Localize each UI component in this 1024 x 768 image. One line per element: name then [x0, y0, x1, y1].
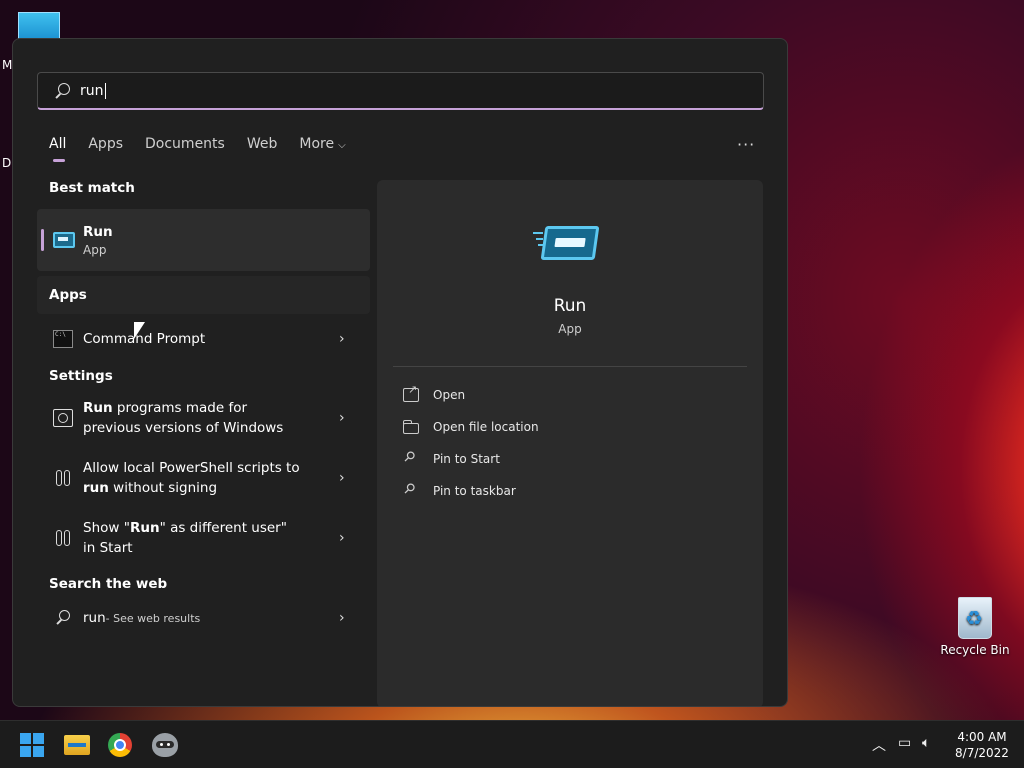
chevron-up-icon[interactable]: ︿ [872, 735, 886, 755]
highlight-text: Run [129, 520, 160, 536]
more-options-button[interactable]: ··· [737, 135, 755, 154]
section-heading: Apps [37, 276, 370, 314]
search-input[interactable]: run [80, 83, 104, 99]
section-heading: Best match [49, 180, 135, 196]
action-label: Open [433, 388, 466, 402]
detail-title: Run [553, 296, 587, 316]
list-item-label: programs made for previous versions of W… [83, 400, 284, 436]
action-open[interactable]: Open [403, 383, 466, 402]
section-heading-text: Apps [49, 287, 87, 303]
section-heading: Settings [49, 368, 113, 384]
pin-icon [403, 452, 419, 466]
settings-sliders-icon [53, 529, 73, 547]
volume-icon[interactable]: 🔈︎ [922, 735, 930, 751]
best-match-subtitle: App [83, 242, 107, 257]
taskbar: ︿ ▭ 🔈︎ 4:00 AM 8/7/2022 [0, 720, 1024, 768]
recycle-bin-label: Recycle Bin [940, 643, 1010, 657]
selection-indicator [41, 229, 44, 251]
tab-all[interactable]: All [49, 136, 66, 162]
start-button[interactable] [20, 733, 46, 757]
list-item-setting[interactable]: Run programs made for previous versions … [37, 388, 370, 448]
list-item-label: Allow local PowerShell scripts to [83, 460, 300, 476]
list-item-web-search[interactable]: run - See web results › [37, 598, 370, 638]
action-open-file-location[interactable]: Open file location [403, 420, 539, 434]
list-item-label: Show " [83, 520, 130, 536]
list-item-setting[interactable]: Show "Run" as different user" in Start › [37, 508, 370, 568]
chevron-right-icon[interactable]: › [339, 331, 345, 347]
chevron-right-icon[interactable]: › [339, 610, 345, 626]
search-filter-tabs: All Apps Documents Web More ⌵ [49, 136, 368, 162]
open-icon [403, 383, 419, 402]
mouse-cursor-icon [134, 322, 145, 339]
tab-label: All [49, 136, 67, 152]
tab-label: Apps [88, 136, 124, 152]
results-list: Best match Run App Apps Command Prompt ›… [37, 180, 370, 638]
desktop-icon-label: M [2, 58, 13, 72]
run-app-icon [533, 226, 600, 260]
clock[interactable]: 4:00 AM 8/7/2022 [950, 729, 1014, 761]
highlight-text: Run [83, 400, 113, 416]
divider [393, 366, 747, 367]
network-icon[interactable]: ▭ [898, 735, 911, 751]
start-search-panel: run All Apps Documents Web More ⌵ ··· Bes… [12, 38, 788, 707]
detail-subtitle: App [558, 322, 582, 336]
search-box[interactable]: run [37, 72, 764, 110]
search-icon [53, 609, 73, 627]
list-item-setting[interactable]: Allow local PowerShell scripts to run wi… [37, 448, 370, 508]
pin-icon [403, 484, 419, 498]
chevron-down-icon: ⌵ [338, 140, 346, 151]
web-results-hint: - See web results [105, 611, 201, 625]
file-explorer-icon[interactable] [64, 735, 90, 755]
tab-web[interactable]: Web [247, 136, 278, 162]
list-item-command-prompt[interactable]: Command Prompt › [37, 316, 370, 362]
compatibility-settings-icon [53, 409, 73, 427]
tab-apps[interactable]: Apps [88, 136, 123, 162]
detail-panel: Run App Open Open file location Pin to S… [377, 180, 763, 706]
settings-sliders-icon [53, 469, 73, 487]
chevron-right-icon[interactable]: › [339, 530, 345, 546]
best-match-title: Run [83, 223, 113, 240]
chevron-right-icon[interactable]: › [339, 410, 345, 426]
recycle-bin[interactable]: Recycle Bin [940, 597, 1010, 657]
tab-documents[interactable]: Documents [145, 136, 225, 162]
search-icon [54, 82, 70, 99]
action-label: Open file location [433, 420, 539, 434]
list-item-label: without signing [108, 480, 218, 496]
recycle-bin-icon [958, 597, 992, 639]
action-pin-to-taskbar[interactable]: Pin to taskbar [403, 484, 516, 498]
run-app-icon [53, 232, 75, 248]
section-heading: Search the web [49, 576, 168, 592]
tab-more[interactable]: More ⌵ [299, 136, 345, 162]
chevron-right-icon[interactable]: › [339, 470, 345, 486]
action-label: Pin to Start [433, 452, 500, 466]
text-caret [104, 82, 106, 99]
chrome-icon[interactable] [108, 733, 132, 757]
clock-time: 4:00 AM [957, 730, 1007, 744]
tab-label: Documents [145, 136, 225, 152]
command-prompt-icon [53, 330, 73, 348]
highlight-text: run [83, 480, 109, 496]
best-match-item[interactable]: Run App [37, 209, 370, 271]
action-label: Pin to taskbar [433, 484, 516, 498]
web-query: run [83, 610, 106, 626]
tab-label: Web [246, 136, 278, 152]
raccoon-app-icon[interactable] [152, 733, 178, 757]
tab-label: More [299, 136, 335, 152]
folder-icon [403, 420, 419, 434]
action-pin-to-start[interactable]: Pin to Start [403, 452, 500, 466]
clock-date: 8/7/2022 [955, 746, 1009, 760]
